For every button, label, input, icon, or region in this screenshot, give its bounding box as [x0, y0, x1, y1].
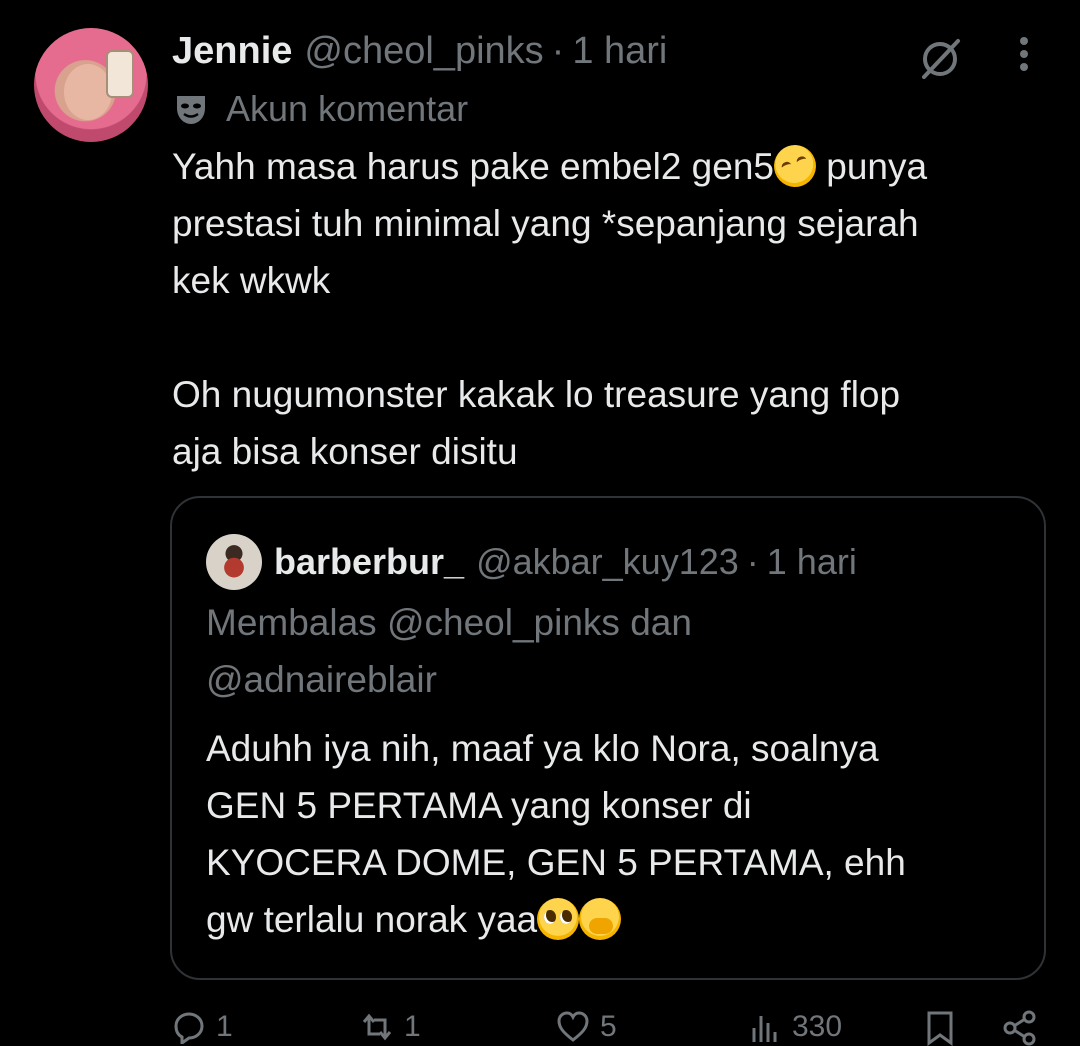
- more-icon[interactable]: [1006, 34, 1042, 74]
- quote-header: barberbur_ @akbar_kuy123 · 1 hari: [206, 534, 857, 590]
- views-button[interactable]: 330: [748, 1010, 842, 1044]
- account-label: Akun komentar: [172, 88, 468, 130]
- author-handle[interactable]: @cheol_pinks: [304, 30, 543, 73]
- like-button[interactable]: 5: [556, 1010, 617, 1044]
- reply-count: 1: [216, 1010, 233, 1043]
- avatar-face: [64, 64, 112, 120]
- quote-line: Aduhh iya nih, maaf ya klo Nora, soalnya: [206, 728, 879, 769]
- like-icon: [557, 1011, 589, 1042]
- separator-dot: ·: [746, 541, 759, 582]
- quote-text: Aduhh iya nih, maaf ya klo Nora, soalnya…: [206, 720, 1026, 948]
- quote-author-name: barberbur_: [274, 541, 465, 582]
- reply-icon: [174, 1012, 204, 1044]
- pleading-emoji: [537, 898, 580, 940]
- mask-icon: [177, 96, 205, 124]
- tweet-line: kek wkwk: [172, 260, 331, 301]
- reply-button[interactable]: 1: [172, 1010, 233, 1044]
- quote-timestamp: 1 hari: [766, 541, 857, 582]
- author-name[interactable]: Jennie: [172, 30, 292, 73]
- repost-button[interactable]: 1: [360, 1010, 421, 1044]
- quote-author-handle: @akbar_kuy123: [476, 541, 739, 582]
- account-label-text: Akun komentar: [226, 88, 469, 129]
- action-bar: 1 1 5 330: [0, 1010, 1080, 1046]
- share-button[interactable]: [1002, 1010, 1038, 1046]
- timestamp[interactable]: 1 hari: [572, 30, 667, 73]
- tweet-line: prestasi tuh minimal yang *sepanjang sej…: [172, 203, 919, 244]
- views-count: 330: [792, 1010, 843, 1043]
- quoted-tweet[interactable]: barberbur_ @akbar_kuy123 · 1 hari Membal…: [170, 496, 1046, 980]
- bookmark-icon: [927, 1011, 953, 1046]
- repost-icon: [362, 1013, 392, 1041]
- views-icon: [752, 1016, 777, 1042]
- reply-context-line: Membalas @cheol_pinks dan: [206, 602, 692, 643]
- tweet-header: Jennie @cheol_pinks · 1 hari: [172, 30, 667, 73]
- rofl-emoji: [768, 139, 822, 193]
- like-count: 5: [600, 1010, 617, 1043]
- quote-line: gw terlalu norak yaa: [206, 891, 1026, 948]
- avatar-phone: [106, 50, 134, 98]
- tweet[interactable]: Jennie @cheol_pinks · 1 hari Akun koment…: [0, 0, 1080, 1046]
- repost-count: 1: [404, 1010, 421, 1043]
- tweet-line: Oh nugumonster kakak lo treasure yang fl…: [172, 374, 901, 415]
- quote-line: GEN 5 PERTAMA yang konser di: [206, 785, 752, 826]
- share-icon: [1003, 1010, 1036, 1046]
- quote-avatar: [206, 534, 262, 590]
- reply-context-line: @adnaireblair: [206, 659, 437, 700]
- quote-line: KYOCERA DOME, GEN 5 PERTAMA, ehh: [206, 842, 906, 883]
- grok-icon[interactable]: [914, 33, 966, 85]
- separator-dot: ·: [551, 30, 565, 72]
- tweet-line: Yahh masa harus pake embel2 gen5 punya: [172, 138, 1052, 195]
- avatar[interactable]: [34, 28, 148, 142]
- tweet-text: Yahh masa harus pake embel2 gen5 punya p…: [172, 138, 1052, 480]
- bookmark-button[interactable]: [922, 1010, 958, 1046]
- tweet-line: aja bisa konser disitu: [172, 431, 518, 472]
- hand-over-mouth-emoji: [579, 898, 622, 940]
- reply-context: Membalas @cheol_pinks dan @adnaireblair: [206, 594, 1006, 708]
